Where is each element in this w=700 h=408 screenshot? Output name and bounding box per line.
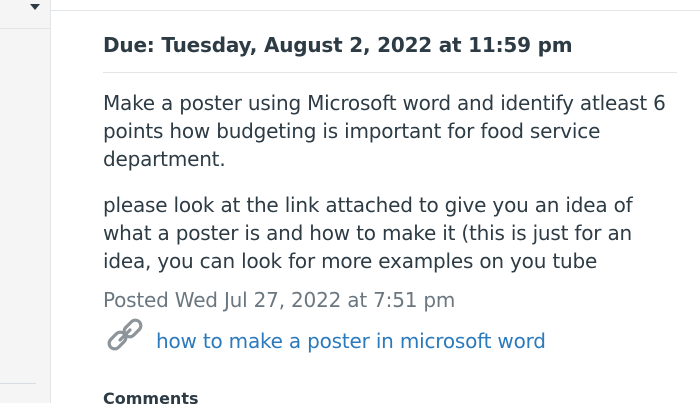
top-divider [50,10,700,11]
comments-heading: Comments [103,389,199,408]
collapse-caret-icon[interactable] [30,4,40,10]
left-panel-divider [0,28,50,29]
attachment-link[interactable]: how to make a poster in microsoft word [156,329,546,353]
left-panel-bottom-divider [0,383,36,384]
description-paragraph: please look at the link attached to give… [103,193,633,273]
posted-timestamp: Posted Wed Jul 27, 2022 at 7:51 pm [103,288,456,312]
due-date-divider [103,72,677,73]
link-icon [107,318,143,351]
description-paragraph: Make a poster using Microsoft word and i… [103,91,666,171]
due-date: Due: Tuesday, August 2, 2022 at 11:59 pm [103,33,573,57]
left-side-panel [0,0,51,403]
